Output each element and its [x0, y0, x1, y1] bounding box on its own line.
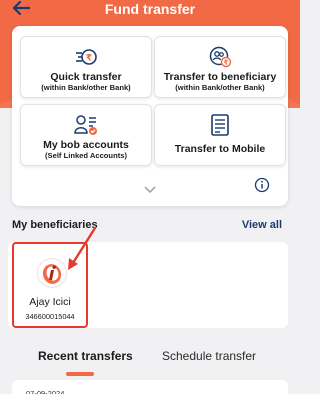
self-account-icon	[21, 114, 151, 136]
quick-transfer-icon: ₹	[21, 46, 151, 68]
transfer-options-card: ₹ Quick transfer (within Bank/other Bank…	[12, 26, 288, 206]
svg-text:₹: ₹	[86, 54, 92, 64]
beneficiaries-heading: My beneficiaries	[12, 219, 98, 231]
my-bob-accounts-label: My bob accounts	[43, 139, 129, 151]
transfer-to-beneficiary-tile[interactable]: ₹ Transfer to beneficiary (within Bank/o…	[154, 36, 286, 98]
quick-transfer-label: Quick transfer	[50, 71, 122, 83]
view-all-link[interactable]: View all	[242, 219, 282, 231]
transfer-date: 07-09-2024	[26, 389, 65, 394]
transfer-to-mobile-label: Transfer to Mobile	[174, 143, 266, 155]
my-bob-accounts-tile[interactable]: My bob accounts (Self Linked Accounts)	[20, 104, 152, 166]
mobile-transfer-icon	[155, 114, 285, 136]
quick-transfer-sublabel: (within Bank/other Bank)	[41, 83, 131, 92]
beneficiary-card[interactable]: Ajay Icici 346600015044	[12, 242, 88, 328]
beneficiaries-list: Ajay Icici 346600015044	[8, 242, 288, 328]
quick-transfer-tile[interactable]: ₹ Quick transfer (within Bank/other Bank…	[20, 36, 152, 98]
transfers-tabs: Recent transfers Schedule transfer	[0, 340, 300, 376]
recent-transfers-list: 07-09-2024	[12, 380, 288, 394]
transfer-to-mobile-tile[interactable]: Transfer to Mobile	[154, 104, 286, 166]
transfer-to-beneficiary-sublabel: (within Bank/other Bank)	[175, 83, 265, 92]
beneficiary-icon: ₹	[155, 46, 285, 68]
chevron-down-icon[interactable]	[143, 182, 157, 194]
beneficiary-name: Ajay Icici	[29, 296, 71, 308]
active-tab-indicator	[66, 372, 94, 376]
tab-recent-transfers[interactable]: Recent transfers	[38, 349, 133, 363]
page-title: Fund transfer	[104, 1, 196, 17]
svg-text:₹: ₹	[224, 59, 229, 67]
transfer-to-beneficiary-label: Transfer to beneficiary	[163, 71, 277, 83]
info-icon[interactable]	[254, 177, 270, 193]
my-bob-accounts-sublabel: (Self Linked Accounts)	[45, 151, 127, 160]
tab-schedule-transfer[interactable]: Schedule transfer	[162, 349, 256, 363]
beneficiary-account-number: 346600015044	[25, 312, 75, 321]
icici-bank-logo-icon	[38, 259, 66, 287]
